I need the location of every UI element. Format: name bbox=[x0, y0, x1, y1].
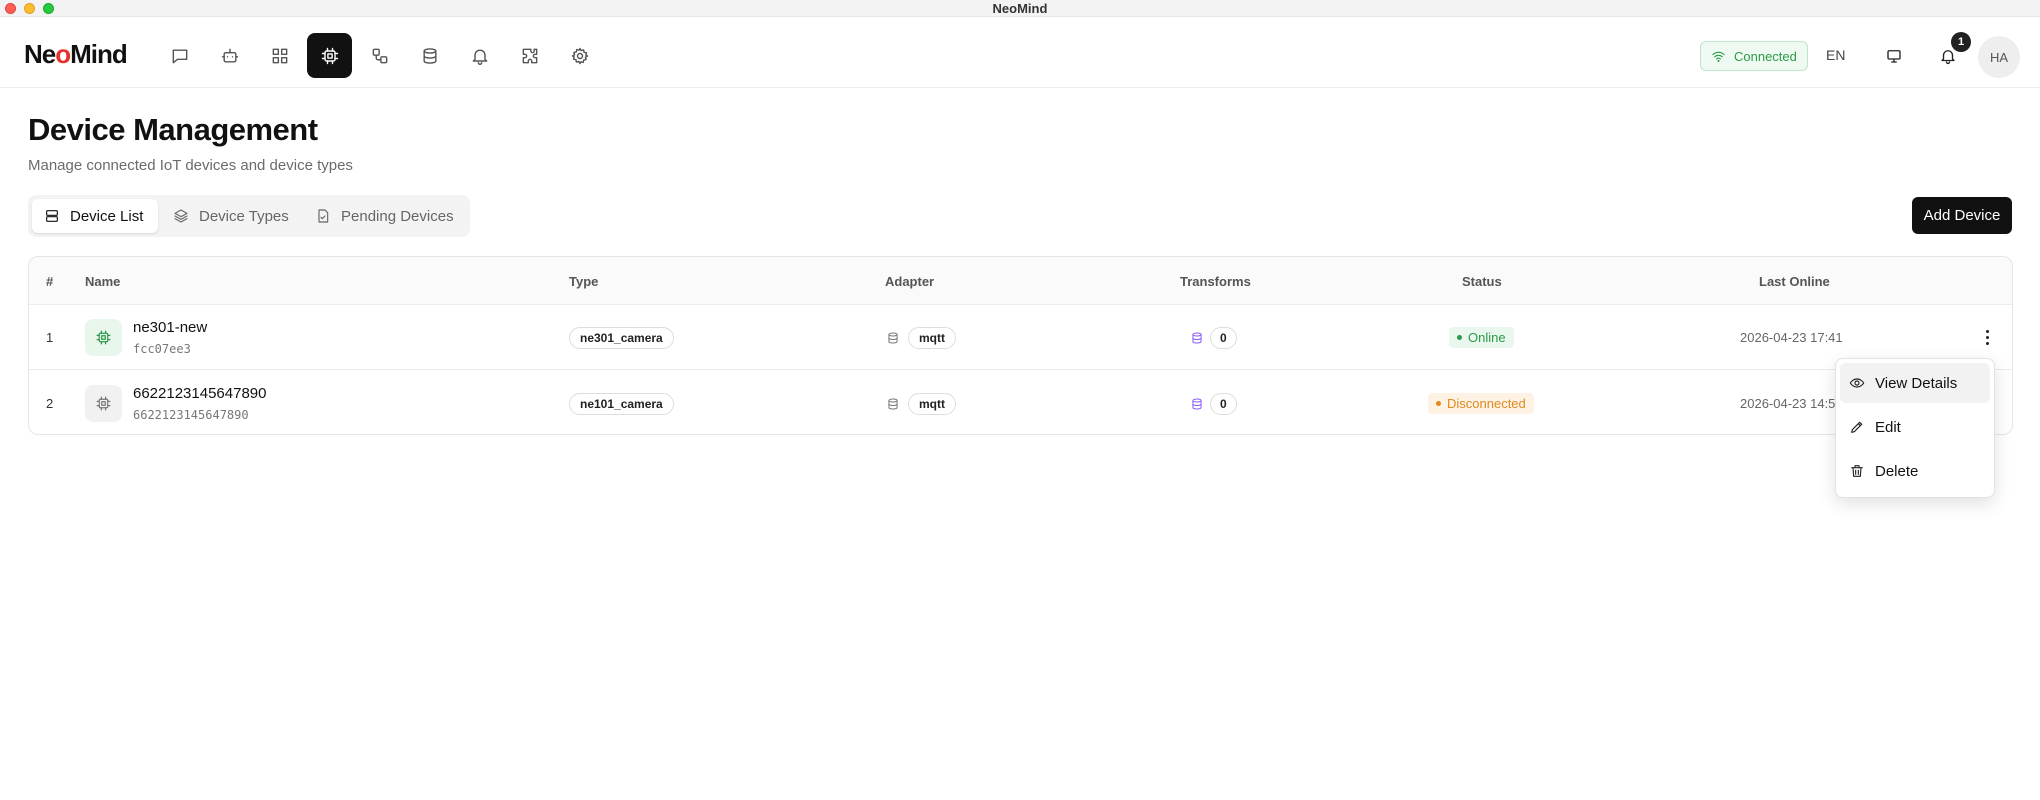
nav-data-button[interactable] bbox=[407, 33, 452, 78]
device-name[interactable]: 6622123145647890 bbox=[133, 385, 266, 402]
device-type-chip: ne301_camera bbox=[569, 327, 674, 349]
notification-count-badge: 1 bbox=[1951, 32, 1971, 52]
table-row[interactable]: 2 6622123145647890 6622123145647890 ne10… bbox=[29, 371, 2012, 436]
nav-alerts-button[interactable] bbox=[457, 33, 502, 78]
bell-icon bbox=[472, 49, 487, 65]
nav-devices-button[interactable] bbox=[307, 33, 352, 78]
tab-device-types[interactable]: Device Types bbox=[161, 199, 301, 233]
menu-item-delete[interactable]: Delete bbox=[1840, 451, 1990, 491]
nav-extensions-button[interactable] bbox=[507, 33, 552, 78]
last-online: 2026-04-23 17:41 bbox=[1740, 330, 1843, 345]
tab-pending-devices[interactable]: Pending Devices bbox=[303, 199, 466, 233]
cpu-icon bbox=[96, 330, 111, 345]
top-navigation: NeoMind Connected EN 1 HA bbox=[0, 17, 2040, 88]
grid-icon bbox=[272, 48, 287, 63]
table-header: # Name Type Adapter Transforms Status La… bbox=[29, 257, 2012, 305]
device-tabs: Device List Device Types Pending Devices bbox=[28, 195, 470, 237]
transforms-count-chip: 0 bbox=[1210, 327, 1237, 349]
adapter-chip: mqtt bbox=[908, 393, 956, 415]
cpu-icon bbox=[96, 396, 111, 411]
status-badge: Disconnected bbox=[1428, 393, 1534, 414]
display-button[interactable] bbox=[1881, 43, 1907, 69]
add-device-button[interactable]: Add Device bbox=[1912, 197, 2012, 234]
connection-status-label: Connected bbox=[1734, 48, 1797, 64]
wifi-icon bbox=[1712, 51, 1725, 62]
nav-automation-button[interactable] bbox=[357, 33, 402, 78]
cpu-icon bbox=[321, 47, 338, 64]
file-check-icon bbox=[318, 209, 329, 223]
column-header-type: Type bbox=[569, 274, 599, 289]
database-icon bbox=[886, 397, 900, 416]
trash-icon bbox=[1851, 465, 1863, 477]
language-switcher[interactable]: EN bbox=[1826, 47, 1845, 63]
menu-item-edit[interactable]: Edit bbox=[1840, 407, 1990, 447]
status-dot-icon bbox=[1457, 335, 1462, 340]
bot-icon bbox=[221, 48, 238, 63]
transform-icon bbox=[1190, 397, 1204, 416]
chat-icon bbox=[172, 48, 187, 63]
column-header-transforms: Transforms bbox=[1180, 274, 1251, 289]
database-icon bbox=[422, 47, 437, 64]
nav-chat-button[interactable] bbox=[157, 33, 202, 78]
status-badge: Online bbox=[1449, 327, 1514, 348]
device-status-icon bbox=[85, 319, 122, 356]
nav-agents-button[interactable] bbox=[207, 33, 252, 78]
device-status-icon bbox=[85, 385, 122, 422]
workflow-icon bbox=[372, 48, 387, 63]
device-table: # Name Type Adapter Transforms Status La… bbox=[28, 256, 2013, 435]
device-id: 6622123145647890 bbox=[133, 408, 249, 422]
device-name[interactable]: ne301-new bbox=[133, 319, 207, 336]
row-actions-button[interactable] bbox=[1975, 325, 1999, 349]
more-vertical-icon bbox=[1985, 329, 1989, 333]
window-titlebar: NeoMind bbox=[0, 0, 2040, 17]
menu-item-view-details[interactable]: View Details bbox=[1840, 363, 1990, 403]
page-subtitle: Manage connected IoT devices and device … bbox=[28, 157, 353, 174]
nav-dashboard-button[interactable] bbox=[257, 33, 302, 78]
row-actions-menu: View Details Edit Delete bbox=[1835, 358, 1995, 498]
transform-icon bbox=[1190, 331, 1204, 350]
nav-settings-button[interactable] bbox=[557, 33, 602, 78]
tab-device-list[interactable]: Device List bbox=[32, 199, 158, 233]
layers-icon bbox=[174, 209, 188, 223]
pencil-icon bbox=[1851, 421, 1863, 433]
device-id: fcc07ee3 bbox=[133, 342, 191, 356]
connection-status-badge[interactable]: Connected bbox=[1700, 41, 1808, 71]
database-icon bbox=[886, 331, 900, 350]
eye-icon bbox=[1849, 378, 1865, 388]
list-icon bbox=[46, 210, 58, 222]
table-row[interactable]: 1 ne301-new fcc07ee3 ne301_camera mqtt 0… bbox=[29, 305, 2012, 370]
window-title: NeoMind bbox=[992, 1, 1048, 16]
column-header-index: # bbox=[46, 274, 54, 289]
column-header-status: Status bbox=[1462, 274, 1502, 289]
gear-icon bbox=[571, 47, 588, 64]
device-type-chip: ne101_camera bbox=[569, 393, 674, 415]
page-title: Device Management bbox=[28, 112, 318, 147]
column-header-last-online: Last Online bbox=[1759, 274, 1830, 289]
adapter-chip: mqtt bbox=[908, 327, 956, 349]
last-online: 2026-04-23 14:5 bbox=[1740, 396, 1836, 411]
row-index: 1 bbox=[46, 330, 54, 345]
app-logo[interactable]: NeoMind bbox=[24, 39, 128, 70]
row-index: 2 bbox=[46, 396, 54, 411]
user-avatar[interactable]: HA bbox=[1978, 36, 2020, 78]
puzzle-icon bbox=[522, 48, 537, 63]
monitor-icon bbox=[1887, 50, 1901, 63]
transforms-count-chip: 0 bbox=[1210, 393, 1237, 415]
column-header-name: Name bbox=[85, 274, 121, 289]
column-header-adapter: Adapter bbox=[885, 274, 935, 289]
status-dot-icon bbox=[1436, 401, 1441, 406]
